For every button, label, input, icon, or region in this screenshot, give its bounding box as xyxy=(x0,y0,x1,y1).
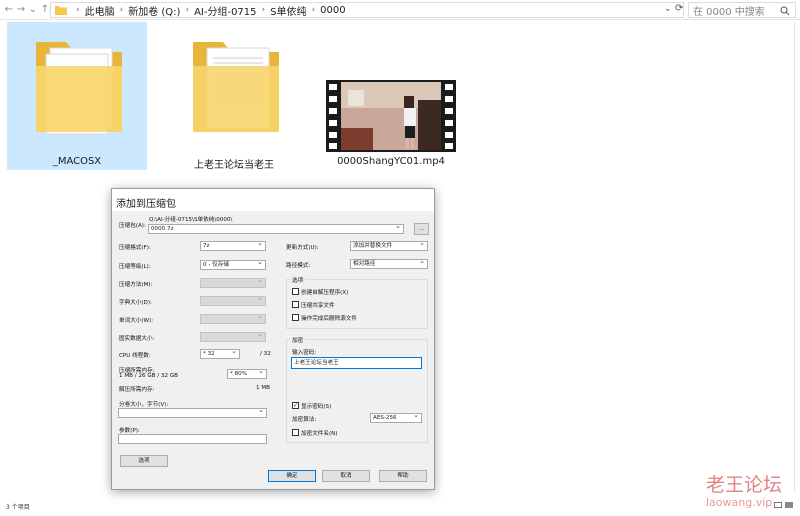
delete-after-checkbox[interactable] xyxy=(292,314,299,321)
password-label: 输入密码: xyxy=(292,350,317,356)
decompress-memory-label: 解压所需内存: xyxy=(119,387,155,393)
show-password-label: 显示密码(S) xyxy=(301,404,332,410)
folder-item[interactable]: 上老王论坛当老王 xyxy=(164,22,304,171)
method-label: 压缩方法(M): xyxy=(119,282,153,288)
browse-button[interactable]: ... xyxy=(414,223,429,235)
sfx-label: 创建自解压程序(X) xyxy=(301,290,349,296)
solid-size-label: 固实数据大小: xyxy=(119,336,155,342)
cancel-button[interactable]: 取消 xyxy=(322,470,370,482)
password-input[interactable]: 上老王论坛当老王 xyxy=(291,357,422,369)
refresh-icon[interactable]: ⟳ xyxy=(675,3,683,14)
update-mode-combo[interactable]: 添加并替换文件 xyxy=(350,241,428,251)
breadcrumb-item[interactable]: 此电脑 xyxy=(85,3,115,18)
cpu-threads-label: CPU 线程数: xyxy=(119,353,151,359)
show-password-checkbox[interactable]: ✓ xyxy=(292,402,299,409)
address-bar[interactable]: › 此电脑 › 新加卷 (Q:) › AI-分组-0715 › S单依纯 › 0… xyxy=(50,2,684,18)
search-input[interactable]: 在 0000 中搜索 xyxy=(688,2,796,18)
file-name: _MACOSX xyxy=(52,156,102,167)
encrypt-names-label: 加密文件名(N) xyxy=(301,431,338,437)
dialog-title: 添加到压缩包 xyxy=(112,189,434,211)
breadcrumb-item[interactable]: S单依纯 xyxy=(270,3,306,18)
folder-icon xyxy=(193,42,279,132)
parameters-label: 参数(P): xyxy=(119,428,140,434)
folder-icon xyxy=(36,42,122,135)
breadcrumb-separator: › xyxy=(76,5,80,15)
breadcrumb-item[interactable]: AI-分组-0715 xyxy=(194,3,256,18)
breadcrumb-separator: › xyxy=(185,5,190,15)
word-size-label: 单词大小(W): xyxy=(119,318,154,324)
forward-arrow-icon[interactable]: → xyxy=(15,3,27,17)
archive-label: 压缩包(A): xyxy=(119,223,146,229)
dictionary-label: 字典大小(D): xyxy=(119,300,152,306)
back-arrow-icon[interactable]: ← xyxy=(3,3,15,17)
ok-button[interactable]: 确定 xyxy=(268,470,316,482)
format-label: 压缩格式(F): xyxy=(119,245,151,251)
split-size-combo[interactable] xyxy=(118,408,267,418)
solid-size-combo xyxy=(200,332,266,342)
split-size-label: 分卷大小，字节(V): xyxy=(119,402,169,408)
file-name: 0000ShangYC01.mp4 xyxy=(337,156,445,167)
memory-usage-combo[interactable]: * 80% xyxy=(227,369,267,379)
scrollbar-track[interactable] xyxy=(794,22,795,492)
help-button[interactable]: 帮助 xyxy=(379,470,427,482)
archive-path: Q:\AI-分组-0715\S单依纯\0000\ xyxy=(149,217,233,223)
word-size-combo xyxy=(200,314,266,324)
update-mode-label: 更新方式(U): xyxy=(286,245,319,251)
format-combo[interactable]: 7z xyxy=(200,241,266,251)
method-combo xyxy=(200,278,266,288)
breadcrumb-separator: › xyxy=(119,5,124,15)
compress-memory-detail: 1 MB / 26 GB / 32 GB xyxy=(119,373,179,379)
encryption-method-label: 加密算法: xyxy=(292,417,317,423)
level-label: 压缩等级(L): xyxy=(119,264,151,270)
shared-files-label: 压缩共享文件 xyxy=(301,303,335,309)
search-icon xyxy=(780,6,790,16)
breadcrumb-item[interactable]: 新加卷 (Q:) xyxy=(128,3,180,18)
file-name: 上老王论坛当老王 xyxy=(194,160,274,171)
folder-item[interactable]: _MACOSX xyxy=(7,22,147,170)
breadcrumb-item[interactable]: 0000 xyxy=(320,5,345,16)
watermark-url: laowang.vip xyxy=(706,496,773,509)
details-view-icon[interactable] xyxy=(774,502,782,508)
large-icons-view-icon[interactable] xyxy=(785,502,793,508)
options-group-title: 选项 xyxy=(290,276,306,284)
recent-dropdown-icon[interactable]: ⌄ xyxy=(27,3,39,17)
cpu-threads-combo[interactable]: * 32 xyxy=(200,349,240,359)
video-thumbnail-icon xyxy=(326,80,456,152)
video-file-item[interactable]: 0000ShangYC01.mp4 xyxy=(321,22,461,170)
address-dropdown-icon[interactable]: ⌄ xyxy=(664,4,672,14)
breadcrumb-separator: › xyxy=(261,5,266,15)
folder-small-icon xyxy=(55,6,67,15)
delete-after-label: 操作完成后删除源文件 xyxy=(301,316,357,322)
breadcrumb-separator: › xyxy=(311,5,316,15)
level-combo[interactable]: 0 - 仅存储 xyxy=(200,260,266,270)
parameters-input[interactable] xyxy=(118,434,267,444)
search-placeholder: 在 0000 中搜索 xyxy=(693,6,765,18)
options-button[interactable]: 选项 xyxy=(120,455,168,467)
decompress-memory-value: 1 MB xyxy=(256,385,271,391)
encryption-method-combo[interactable]: AES-256 xyxy=(370,413,422,423)
address-toolbar: ← → ⌄ ↑ › 此电脑 › 新加卷 (Q:) › AI-分组-0715 › … xyxy=(0,0,800,20)
path-mode-combo[interactable]: 相对路径 xyxy=(350,259,428,269)
status-item-count: 3 个项目 xyxy=(6,504,30,511)
encryption-group-title: 加密 xyxy=(290,336,306,344)
path-mode-label: 路径模式: xyxy=(286,263,311,269)
watermark-text: 老王论坛 xyxy=(706,474,783,496)
cpu-threads-total: / 32 xyxy=(260,351,271,357)
archive-name-combo[interactable]: 0000.7z xyxy=(148,224,404,234)
encrypt-names-checkbox[interactable] xyxy=(292,429,299,436)
add-to-archive-dialog: 添加到压缩包 压缩包(A): Q:\AI-分组-0715\S单依纯\0000\ … xyxy=(111,188,435,490)
sfx-checkbox[interactable] xyxy=(292,288,299,295)
shared-files-checkbox[interactable] xyxy=(292,301,299,308)
dictionary-combo xyxy=(200,296,266,306)
